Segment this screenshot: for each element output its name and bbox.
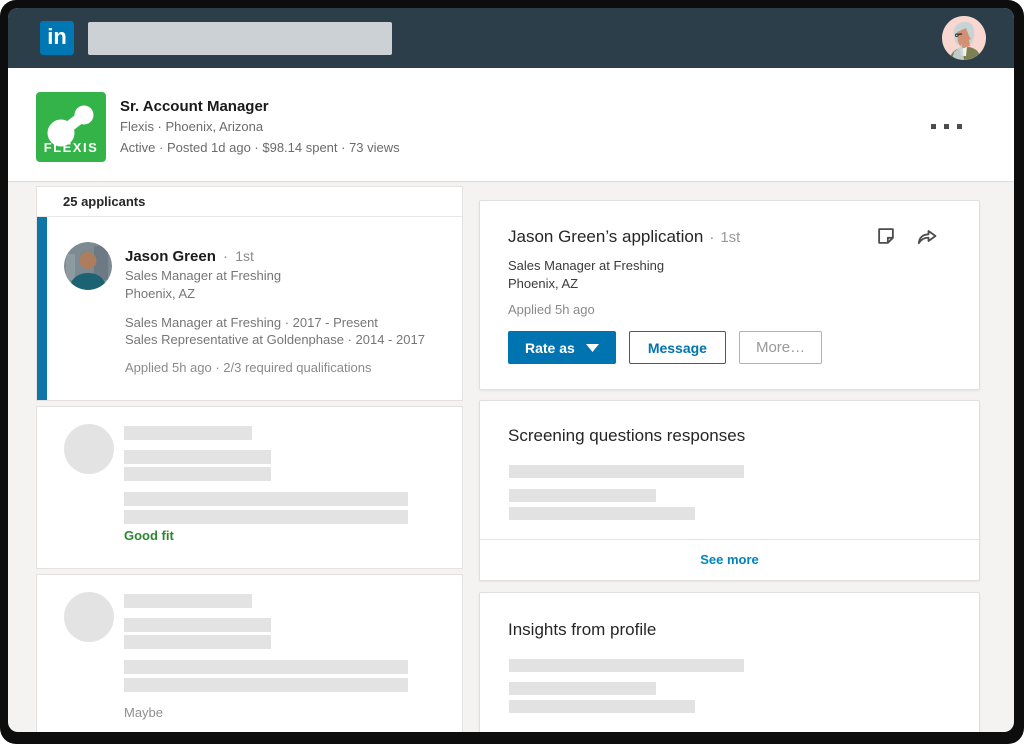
skeleton-bar (509, 489, 656, 502)
applied-time: Applied 5h ago (508, 302, 595, 317)
applicant-headline: Sales Manager at Freshing (125, 268, 282, 283)
screening-card-footer: See more (480, 539, 979, 580)
note-icon (878, 228, 894, 244)
company-logo-text: FLEXIS (43, 140, 99, 155)
skeleton-avatar (64, 424, 114, 474)
applicant-location: Phoenix, AZ (125, 286, 196, 301)
applicant-name-row: Jason Green · 1st (125, 246, 446, 267)
share-forward-icon (917, 230, 937, 245)
skeleton-bar (124, 450, 271, 464)
chevron-down-icon (585, 343, 599, 352)
applicant-card-placeholder[interactable]: Maybe (36, 574, 463, 732)
overflow-menu-button[interactable] (927, 120, 966, 133)
applicant-card-selected[interactable]: Jason Green · 1st Sales Manager at Fresh… (36, 216, 463, 401)
insights-card: Insights from profile (479, 592, 980, 732)
experience-line: Sales Manager at Freshing · 2017 - Prese… (125, 315, 378, 330)
application-panel: Jason Green’s application · 1st Sales Ma… (479, 200, 980, 732)
app-window: in FLEXIS Sr. Account Manager Flexis · P… (8, 8, 1014, 732)
skeleton-bar (124, 467, 271, 481)
note-button[interactable] (874, 225, 898, 249)
skeleton-bar (509, 465, 744, 478)
application-card: Jason Green’s application · 1st Sales Ma… (479, 200, 980, 390)
job-header-text: Sr. Account Manager Flexis · Phoenix, Ar… (120, 97, 400, 158)
insights-title: Insights from profile (508, 620, 657, 639)
linkedin-logo[interactable]: in (40, 21, 74, 55)
search-input[interactable] (88, 21, 392, 55)
more-label: More… (755, 339, 806, 356)
connection-degree: 1st (235, 248, 254, 264)
skeleton-bar (124, 618, 271, 632)
rating-label-maybe: Maybe (124, 705, 164, 720)
applicant-avatar (64, 242, 112, 290)
skeleton-bar (124, 678, 408, 692)
application-actions (874, 225, 939, 249)
share-button[interactable] (915, 225, 939, 249)
experience-line: Sales Representative at Goldenphase · 20… (125, 332, 425, 347)
job-header: FLEXIS Sr. Account Manager Flexis · Phoe… (8, 68, 1014, 182)
more-button[interactable]: More… (738, 331, 823, 364)
rating-label-good-fit: Good fit (124, 528, 174, 543)
user-avatar-image (942, 16, 986, 60)
applicant-location: Phoenix, AZ (508, 276, 579, 291)
rate-as-label: Rate as (525, 339, 575, 356)
skeleton-bar (509, 700, 695, 713)
screening-questions-card: Screening questions responses See more (479, 400, 980, 581)
top-navbar: in (8, 8, 1014, 68)
applicant-headline: Sales Manager at Freshing (508, 258, 665, 273)
skeleton-bar (124, 594, 252, 608)
skeleton-bar (124, 660, 408, 674)
applicant-experience: Sales Manager at Freshing · 2017 - Prese… (125, 314, 446, 348)
applied-qualifications: Applied 5h ago · 2/3 required qualificat… (125, 360, 372, 375)
application-buttons: Rate as Message More… (508, 331, 951, 364)
applicant-card-placeholder[interactable]: Good fit (36, 406, 463, 569)
skeleton-bar (124, 635, 271, 649)
rate-as-button[interactable]: Rate as (508, 331, 616, 364)
message-button[interactable]: Message (628, 331, 726, 364)
screenshot-frame: in FLEXIS Sr. Account Manager Flexis · P… (0, 0, 1024, 744)
job-meta: Active · Posted 1d ago · $98.14 spent · … (120, 140, 400, 155)
ellipsis-icon (931, 124, 936, 129)
message-label: Message (647, 339, 707, 356)
application-title-row: Jason Green’s application · 1st (508, 225, 951, 249)
user-avatar[interactable] (942, 16, 986, 60)
skeleton-bar (124, 492, 408, 506)
linkedin-logo-text: in (47, 23, 67, 49)
applicants-count-header: 25 applicants (36, 186, 463, 216)
applicant-name: Jason Green (125, 248, 216, 265)
skeleton-bar (124, 510, 408, 524)
job-title: Sr. Account Manager (120, 98, 269, 115)
skeleton-avatar (64, 592, 114, 642)
skeleton-bar (509, 507, 695, 520)
job-company-location: Flexis · Phoenix, Arizona (120, 119, 264, 134)
ellipsis-icon (957, 124, 962, 129)
skeleton-bar (509, 659, 744, 672)
see-more-link[interactable]: See more (700, 552, 759, 567)
applicant-avatar-image (64, 242, 112, 290)
applicants-panel: 25 applicants Jason Green · 1st Sales Ma… (36, 186, 463, 732)
connection-degree: 1st (720, 229, 741, 246)
ellipsis-icon (944, 124, 949, 129)
skeleton-bar (124, 426, 252, 440)
application-title: Jason Green’s application (508, 227, 704, 246)
separator-dot: · (709, 229, 715, 246)
screening-title: Screening questions responses (508, 426, 746, 445)
skeleton-bar (509, 682, 656, 695)
separator-dot: · (223, 248, 229, 265)
company-logo: FLEXIS (36, 92, 106, 162)
